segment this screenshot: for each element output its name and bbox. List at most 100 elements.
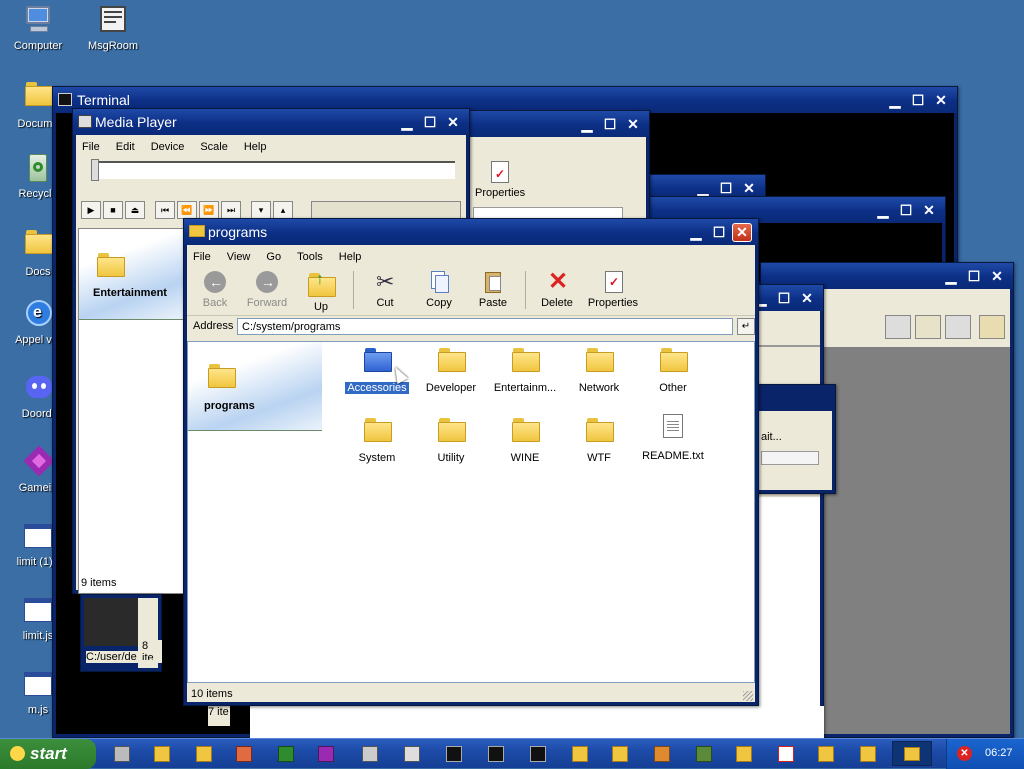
delete-button[interactable]: ✕ Delete bbox=[529, 268, 585, 309]
menu-file[interactable]: File bbox=[82, 141, 100, 153]
folder-item-other[interactable]: Other bbox=[636, 348, 710, 394]
taskbar-app-icon[interactable] bbox=[530, 746, 546, 762]
taskbar-app-icon[interactable] bbox=[196, 746, 212, 762]
maximize-button[interactable]: ☐ bbox=[420, 113, 440, 132]
maximize-button[interactable]: ☐ bbox=[709, 223, 729, 242]
close-button[interactable]: ✕ bbox=[919, 201, 939, 220]
cut-button[interactable]: ✂ Cut bbox=[357, 269, 413, 309]
folder-item-wine[interactable]: WINE bbox=[488, 418, 562, 464]
folder-item-entertainment[interactable]: Entertainm... bbox=[488, 348, 562, 394]
taskbar-app-icon[interactable] bbox=[860, 746, 876, 762]
bg-explorer-status: 9 items bbox=[81, 577, 117, 589]
taskbar-app-icon[interactable] bbox=[778, 746, 794, 762]
maximize-button[interactable]: ☐ bbox=[774, 289, 794, 308]
taskbar-active-task[interactable] bbox=[892, 741, 932, 766]
rewind-button[interactable]: ⏪ bbox=[177, 201, 197, 219]
volume-up-button[interactable]: ▴ bbox=[273, 201, 293, 219]
menu-help[interactable]: Help bbox=[244, 141, 267, 153]
forward-button[interactable]: → Forward bbox=[239, 269, 295, 309]
view-list-icon[interactable] bbox=[885, 315, 911, 339]
folder-item-wtf[interactable]: WTF bbox=[562, 418, 636, 464]
properties-button[interactable]: ✓ Properties bbox=[583, 269, 643, 309]
media-player-menubar: File Edit Device Scale Help bbox=[76, 137, 466, 157]
menu-scale[interactable]: Scale bbox=[200, 141, 228, 153]
folder-toolbar-icon[interactable] bbox=[915, 315, 941, 339]
taskbar-app-icon[interactable] bbox=[362, 746, 378, 762]
fast-forward-button[interactable]: ⏩ bbox=[199, 201, 219, 219]
taskbar-app-icon[interactable] bbox=[404, 746, 420, 762]
volume-down-button[interactable]: ▾ bbox=[251, 201, 271, 219]
close-button[interactable]: ✕ bbox=[623, 115, 643, 134]
paste-button[interactable]: Paste bbox=[465, 269, 521, 309]
taskbar-app-icon[interactable] bbox=[278, 746, 294, 762]
taskbar-app-icon[interactable] bbox=[318, 746, 334, 762]
address-input[interactable]: C:/system/programs bbox=[237, 318, 733, 335]
settings-icon[interactable] bbox=[979, 315, 1005, 339]
minimize-button[interactable]: ▁ bbox=[873, 201, 893, 220]
properties-icon[interactable]: ✓ bbox=[491, 161, 509, 183]
maximize-button[interactable]: ☐ bbox=[600, 115, 620, 134]
forward-label: Forward bbox=[246, 297, 288, 309]
explorer-titlebar[interactable]: programs ▁ ☐ ✕ bbox=[184, 219, 758, 245]
error-icon[interactable]: ✕ bbox=[957, 746, 972, 761]
close-button[interactable]: ✕ bbox=[987, 267, 1007, 286]
taskbar-app-icon[interactable] bbox=[488, 746, 504, 762]
copy-button[interactable]: Copy bbox=[411, 269, 467, 309]
close-button[interactable]: ✕ bbox=[443, 113, 463, 132]
file-item-readme[interactable]: README.txt bbox=[636, 414, 710, 462]
taskbar-app-icon[interactable] bbox=[446, 746, 462, 762]
back-button[interactable]: ← Back bbox=[187, 269, 243, 309]
play-button[interactable]: ▶ bbox=[81, 201, 101, 219]
minimize-button[interactable]: ▁ bbox=[397, 113, 417, 132]
minimize-button[interactable]: ▁ bbox=[577, 115, 597, 134]
menu-file[interactable]: File bbox=[193, 251, 211, 263]
folder-item-network[interactable]: Network bbox=[562, 348, 636, 394]
up-folder-icon: ↑ bbox=[308, 271, 336, 299]
eject-button[interactable]: ⏏ bbox=[125, 201, 145, 219]
folder-item-system[interactable]: System bbox=[340, 418, 414, 464]
maximize-button[interactable]: ☐ bbox=[896, 201, 916, 220]
media-player-titlebar[interactable]: Media Player ▁ ☐ ✕ bbox=[73, 109, 469, 135]
taskbar-app-icon[interactable] bbox=[612, 746, 628, 762]
folder-item-developer[interactable]: Developer bbox=[414, 348, 488, 394]
printer-icon[interactable] bbox=[945, 315, 971, 339]
taskbar-app-icon[interactable] bbox=[736, 746, 752, 762]
properties-label[interactable]: Properties bbox=[475, 187, 525, 199]
menu-tools[interactable]: Tools bbox=[297, 251, 323, 263]
seek-slider[interactable] bbox=[93, 161, 455, 179]
minimize-button[interactable]: ▁ bbox=[885, 91, 905, 110]
start-button[interactable]: start bbox=[0, 739, 96, 769]
seek-handle[interactable] bbox=[91, 159, 99, 181]
menu-go[interactable]: Go bbox=[266, 251, 281, 263]
menu-edit[interactable]: Edit bbox=[116, 141, 135, 153]
close-button[interactable]: ✕ bbox=[797, 289, 817, 308]
menu-device[interactable]: Device bbox=[151, 141, 185, 153]
minimize-button[interactable]: ▁ bbox=[686, 223, 706, 242]
skip-back-button[interactable]: ⏮ bbox=[155, 201, 175, 219]
close-button[interactable]: ✕ bbox=[931, 91, 951, 110]
taskbar-app-icon[interactable] bbox=[696, 746, 712, 762]
desktop-icon-msgroom[interactable]: MsgRoom bbox=[75, 4, 151, 52]
taskbar-app-icon[interactable] bbox=[154, 746, 170, 762]
maximize-button[interactable]: ☐ bbox=[908, 91, 928, 110]
taskbar-app-icon[interactable] bbox=[114, 746, 130, 762]
bg-properties-titlebar[interactable]: ▁ ☐ ✕ bbox=[467, 111, 649, 137]
skip-forward-button[interactable]: ⏭ bbox=[221, 201, 241, 219]
taskbar-app-icon[interactable] bbox=[572, 746, 588, 762]
menu-view[interactable]: View bbox=[227, 251, 251, 263]
go-button[interactable]: ↵ bbox=[737, 318, 755, 335]
explorer-content[interactable]: programs Accessories Developer Entertain… bbox=[187, 341, 755, 683]
taskbar-app-icon[interactable] bbox=[654, 746, 670, 762]
maximize-button[interactable]: ☐ bbox=[964, 267, 984, 286]
dialog-progress bbox=[761, 451, 819, 465]
taskbar-app-icon[interactable] bbox=[236, 746, 252, 762]
minimize-button[interactable]: ▁ bbox=[941, 267, 961, 286]
up-button[interactable]: ↑ Up bbox=[293, 269, 349, 313]
taskbar-app-icon[interactable] bbox=[818, 746, 834, 762]
close-button[interactable]: ✕ bbox=[732, 223, 752, 242]
resize-grip[interactable] bbox=[743, 691, 753, 701]
folder-item-utility[interactable]: Utility bbox=[414, 418, 488, 464]
stop-button[interactable]: ■ bbox=[103, 201, 123, 219]
desktop-icon-computer[interactable]: Computer bbox=[0, 4, 76, 52]
menu-help[interactable]: Help bbox=[339, 251, 362, 263]
